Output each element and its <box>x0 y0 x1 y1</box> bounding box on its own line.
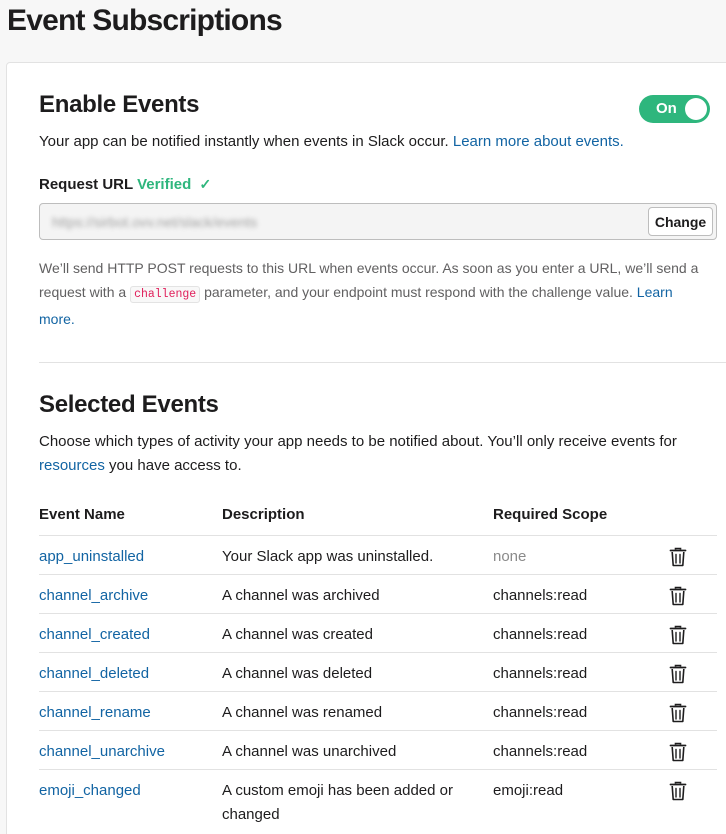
event-name-link[interactable]: emoji_changed <box>39 779 141 803</box>
event-name-link[interactable]: channel_rename <box>39 701 151 725</box>
event-description: Your Slack app was uninstalled. <box>222 548 434 565</box>
event-required-scope: channels:read <box>493 665 588 682</box>
table-row: channel_rename A channel was renamed chann… <box>39 691 717 730</box>
event-required-scope: none <box>493 548 527 565</box>
table-row: channel_created A channel was created chan… <box>39 613 717 652</box>
request-url-label-text: Request URL <box>39 176 133 193</box>
event-name-link[interactable]: channel_unarchive <box>39 740 165 764</box>
toggle-label: On <box>656 100 677 117</box>
event-name-link[interactable]: app_uninstalled <box>39 545 144 569</box>
table-row: channel_archive A channel was archived cha… <box>39 574 717 613</box>
resources-link[interactable]: resources <box>39 457 105 474</box>
event-required-scope: channels:read <box>493 626 588 643</box>
request-url-input[interactable]: https://sirbot.ovv.net/slack/events Chan… <box>39 203 717 240</box>
table-row: channel_deleted A channel was deleted chan… <box>39 652 717 691</box>
change-url-button[interactable]: Change <box>648 207 713 236</box>
table-row: emoji_changed A custom emoji has been add… <box>39 769 717 831</box>
trash-icon[interactable] <box>669 625 687 645</box>
selected-events-text2: you have access to. <box>109 457 242 474</box>
column-header-event-name: Event Name <box>39 506 125 523</box>
table-row: app_uninstalled Your Slack app was uninst… <box>39 535 717 574</box>
learn-more-events-link[interactable]: Learn more about events. <box>453 133 624 150</box>
table-row: channel_unarchive A channel was unarchive… <box>39 730 717 769</box>
trash-icon[interactable] <box>669 547 687 567</box>
event-name-link[interactable]: channel_created <box>39 623 150 647</box>
event-description: A channel was unarchived <box>222 743 397 760</box>
event-name-link[interactable]: channel_archive <box>39 584 148 608</box>
event-required-scope: channels:read <box>493 743 588 760</box>
enable-events-text: Your app can be notified instantly when … <box>39 133 449 150</box>
trash-icon[interactable] <box>669 742 687 762</box>
event-description: A channel was created <box>222 626 373 643</box>
column-header-description: Description <box>222 506 305 523</box>
event-description: A custom emoji has been added or changed <box>222 782 453 823</box>
selected-events-description: Choose which types of activity your app … <box>39 430 709 478</box>
event-name-link[interactable]: channel_deleted <box>39 662 149 686</box>
event-description: A channel was renamed <box>222 704 383 721</box>
trash-icon[interactable] <box>669 703 687 723</box>
column-header-required-scope: Required Scope <box>493 506 608 523</box>
event-subscriptions-card: Enable Events On Your app can be notifie… <box>6 62 726 834</box>
selected-events-title: Selected Events <box>39 391 219 418</box>
trash-icon[interactable] <box>669 586 687 606</box>
event-required-scope: emoji:read <box>493 782 564 799</box>
check-icon: ✓ <box>199 176 212 192</box>
section-divider <box>39 362 726 363</box>
verified-status: Verified <box>137 176 192 193</box>
trash-icon[interactable] <box>669 664 687 684</box>
event-description: A channel was deleted <box>222 665 373 682</box>
enable-events-title: Enable Events <box>39 91 200 118</box>
help-text-part2: parameter, and your endpoint must respon… <box>204 284 633 300</box>
toggle-knob <box>685 98 707 120</box>
request-url-help: We’ll send HTTP POST requests to this UR… <box>39 256 699 331</box>
challenge-code: challenge <box>130 286 201 303</box>
request-url-label: Request URL Verified ✓ <box>39 176 211 193</box>
request-url-value: https://sirbot.ovv.net/slack/events <box>52 214 258 230</box>
event-required-scope: channels:read <box>493 587 588 604</box>
selected-events-text1: Choose which types of activity your app … <box>39 433 677 450</box>
event-description: A channel was archived <box>222 587 380 604</box>
trash-icon[interactable] <box>669 781 687 801</box>
event-required-scope: channels:read <box>493 704 588 721</box>
enable-events-description: Your app can be notified instantly when … <box>39 130 624 154</box>
enable-events-toggle[interactable]: On <box>639 95 710 123</box>
page-title: Event Subscriptions <box>7 4 283 37</box>
